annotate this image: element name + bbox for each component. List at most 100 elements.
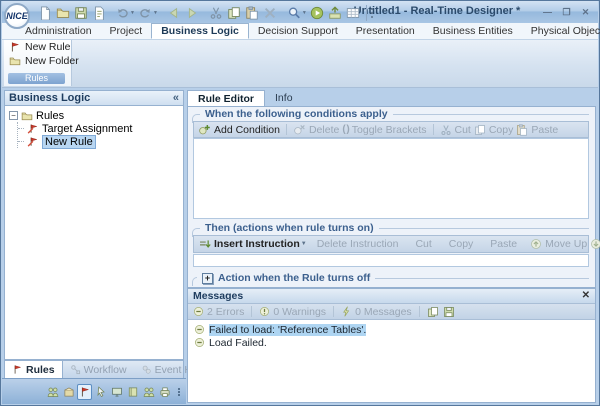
delete-instruction-button[interactable]: Delete Instruction (317, 238, 399, 250)
insert-instruction-button[interactable]: Insert Instruction ▼ (198, 238, 308, 251)
search-icon[interactable] (287, 6, 301, 20)
message-row[interactable]: Failed to load: 'Reference Tables'. (194, 323, 595, 336)
undo-icon[interactable] (116, 6, 130, 20)
pointer-icon[interactable] (93, 384, 108, 400)
conditions-area[interactable] (193, 138, 589, 219)
tab-project[interactable]: Project (101, 23, 152, 39)
rules-flag-icon[interactable] (77, 384, 92, 400)
instructions-area[interactable] (193, 254, 589, 267)
redo-dropdown-icon[interactable]: ▼ (153, 10, 158, 16)
menu-tab-row: Administration Project Business Logic De… (2, 23, 598, 40)
ribbon: New Rule New Folder Rules (2, 40, 598, 88)
delete-icon[interactable] (263, 6, 277, 20)
forward-icon[interactable] (185, 6, 199, 20)
paste-condition-button[interactable]: Paste (516, 124, 558, 136)
close-messages-icon[interactable]: ✕ (582, 291, 590, 301)
catalog-icon[interactable] (125, 384, 140, 400)
tab-rules[interactable]: Rules (5, 361, 63, 378)
toolbar-overflow-icon[interactable] (366, 5, 378, 21)
save-messages-icon[interactable] (443, 306, 455, 318)
message-row[interactable]: Load Failed. (194, 336, 595, 349)
cut-icon (440, 124, 452, 136)
tab-administration[interactable]: Administration (16, 23, 101, 39)
copy-icon (474, 124, 486, 136)
cut-icon[interactable] (209, 6, 223, 20)
tab-workflow-label: Workflow (84, 364, 127, 376)
monitor-icon[interactable] (109, 384, 124, 400)
rule-flag-icon (27, 123, 39, 135)
nice-logo: NICE (4, 3, 30, 29)
bottom-icon-strip (2, 378, 186, 404)
search-dropdown-icon[interactable]: ▼ (302, 10, 307, 16)
folder-icon (9, 55, 21, 67)
warnings-filter-button[interactable]: 0 Warnings (259, 306, 326, 318)
move-down-button[interactable]: Move Down (590, 238, 600, 250)
open-icon[interactable] (56, 6, 70, 20)
insert-instruction-icon (198, 238, 211, 251)
cut-condition-button[interactable]: Cut (440, 124, 471, 136)
close-button[interactable]: ✕ (578, 6, 593, 19)
strip-overflow-icon[interactable] (175, 391, 183, 393)
delete-condition-button[interactable]: Delete (293, 123, 339, 136)
publish-icon[interactable] (328, 6, 342, 20)
left-panel-title: Business Logic (9, 92, 90, 104)
new-folder-button[interactable]: New Folder (4, 54, 71, 68)
cut-instruction-button[interactable]: Cut (415, 238, 431, 250)
tab-business-entities[interactable]: Business Entities (424, 23, 522, 39)
then-toolbar: Insert Instruction ▼ Delete Instruction … (193, 235, 589, 253)
errors-filter-button[interactable]: 2 Errors (193, 306, 244, 318)
copy-icon[interactable] (227, 6, 241, 20)
copy-instruction-button[interactable]: Copy (449, 238, 474, 250)
conditions-group-title: When the following conditions apply (205, 108, 388, 120)
then-group-label: Then (actions when rule turns on) (192, 222, 589, 234)
toggle-brackets-button[interactable]: ( ) Toggle Brackets (342, 124, 426, 136)
paste-icon[interactable] (245, 6, 259, 20)
copy-messages-icon[interactable] (427, 306, 439, 318)
tab-info[interactable]: Info (265, 90, 303, 106)
insert-dropdown-icon: ▼ (301, 241, 307, 247)
rule-editor-panel: Rule Editor Info When the following cond… (187, 90, 596, 403)
paste-instruction-button[interactable]: Paste (490, 238, 517, 250)
save-icon[interactable] (74, 6, 88, 20)
paste-icon (516, 124, 528, 136)
minimize-button[interactable]: — (540, 6, 555, 19)
new-document-icon[interactable] (38, 6, 52, 20)
operators-icon[interactable] (141, 384, 156, 400)
run-icon[interactable] (310, 6, 324, 20)
messages-list: Failed to load: 'Reference Tables'. Load… (188, 320, 595, 402)
back-icon[interactable] (167, 6, 181, 20)
conditions-toolbar: Add Condition Delete ( ) Toggle Brackets… (193, 121, 589, 138)
delete-condition-icon (293, 123, 306, 136)
tab-workflow[interactable]: Workflow (63, 361, 134, 378)
tree-node-rules[interactable]: − Rules (9, 109, 183, 122)
application-window: Untitled1 - Real-Time Designer * — ❒ ✕ N… (0, 0, 600, 406)
redo-icon[interactable] (138, 6, 152, 20)
package-icon[interactable] (61, 384, 76, 400)
tree-node-new-rule[interactable]: New Rule (18, 135, 183, 148)
messages-filter-button[interactable]: 0 Messages (341, 306, 412, 318)
tab-rule-editor[interactable]: Rule Editor (187, 90, 265, 106)
tab-business-logic[interactable]: Business Logic (151, 23, 249, 39)
collapse-panel-icon[interactable]: « (173, 92, 179, 104)
expand-off-group-button[interactable]: + (202, 273, 213, 284)
left-panel-tabs: Rules Workflow Event Handlers (4, 360, 184, 379)
users-icon[interactable] (45, 384, 60, 400)
maximize-button[interactable]: ❒ (559, 6, 574, 19)
save-as-icon[interactable] (92, 6, 106, 20)
add-condition-button[interactable]: Add Condition (198, 123, 280, 136)
new-rule-label: New Rule (25, 41, 71, 53)
copy-condition-button[interactable]: Copy (474, 124, 514, 136)
reference-tables-icon[interactable] (346, 6, 360, 20)
tab-physical-objects[interactable]: Physical Objects (522, 23, 600, 39)
tree-node-target-assignment[interactable]: Target Assignment (18, 122, 183, 135)
tab-decision-support[interactable]: Decision Support (249, 23, 347, 39)
new-rule-button[interactable]: New Rule (4, 40, 71, 54)
message-text: Failed to load: 'Reference Tables'. (209, 324, 366, 336)
printer-icon[interactable] (157, 384, 172, 400)
rules-tree: − Rules Target Assignment New Rule (4, 106, 184, 360)
move-up-button[interactable]: Move Up (530, 238, 587, 250)
tab-presentation[interactable]: Presentation (347, 23, 424, 39)
collapse-expander-icon[interactable]: − (9, 111, 18, 120)
warning-icon (259, 306, 270, 317)
undo-dropdown-icon[interactable]: ▼ (130, 10, 135, 16)
